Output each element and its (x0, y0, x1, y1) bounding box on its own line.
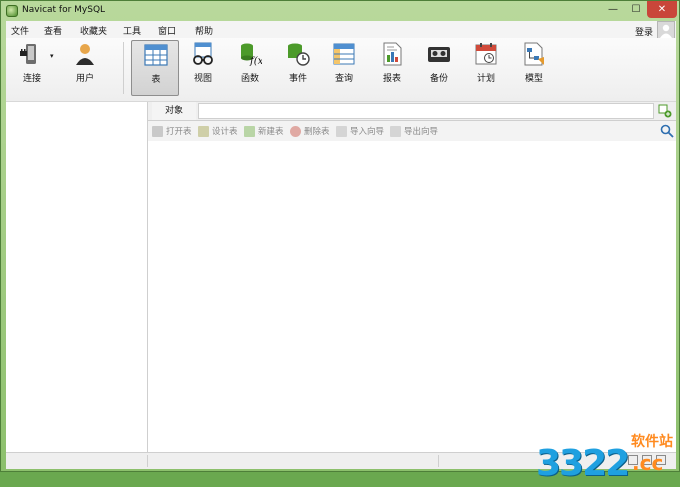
login-link[interactable]: 登录 (635, 25, 653, 38)
menu-file[interactable]: 文件 (11, 24, 29, 37)
minimize-button[interactable]: — (601, 1, 625, 18)
delete-table-icon (290, 125, 301, 137)
watermark-site-name: 软件站 (631, 434, 673, 450)
import-wizard-icon (336, 125, 347, 137)
query-icon (333, 43, 355, 65)
report-button[interactable]: 报表 (370, 40, 414, 96)
close-button[interactable]: ✕ (647, 1, 677, 18)
window-title: Navicat for MySQL (22, 5, 106, 15)
new-query-tab-icon[interactable] (658, 104, 672, 118)
menu-window[interactable]: 窗口 (158, 24, 176, 37)
import-wizard-label: 导入向导 (350, 127, 385, 137)
navicat-app-icon (6, 5, 18, 17)
schedule-button[interactable]: 计划 (464, 40, 508, 96)
report-label: 报表 (382, 74, 401, 84)
event-clock-icon (288, 43, 310, 66)
client-area: 文件 查看 收藏夹 工具 窗口 帮助 登录 ▾ 连接 用户 表 视图 f(函数… (6, 21, 676, 484)
model-diagram-icon (524, 42, 544, 66)
toolbar-separator (123, 42, 124, 94)
new-table-button[interactable]: 新建表 (244, 124, 284, 138)
tab-objects[interactable]: 对象 (152, 102, 196, 120)
menu-tools[interactable]: 工具 (123, 24, 141, 37)
avatar[interactable] (657, 21, 675, 39)
import-wizard-button[interactable]: 导入向导 (336, 124, 384, 138)
connect-dropdown-icon[interactable]: ▾ (50, 52, 54, 60)
menu-help[interactable]: 帮助 (195, 24, 213, 37)
query-label: 查询 (334, 74, 353, 84)
watermark-number: 3322 (536, 443, 630, 484)
query-button[interactable]: 查询 (322, 40, 366, 96)
export-wizard-label: 导出向导 (404, 127, 439, 137)
event-label: 事件 (288, 74, 307, 84)
title-bar[interactable]: Navicat for MySQL — ☐ ✕ (1, 1, 679, 21)
report-icon (383, 42, 402, 66)
export-wizard-icon (390, 125, 401, 137)
function-fx-icon: f(x) (241, 43, 262, 66)
object-filter-input[interactable] (198, 103, 654, 119)
open-table-button[interactable]: 打开表 (152, 124, 192, 138)
connect-button[interactable]: ▾ 连接 (10, 40, 54, 96)
backup-tape-icon (428, 47, 450, 62)
design-table-button[interactable]: 设计表 (198, 124, 238, 138)
open-table-icon (152, 125, 163, 137)
connection-tree-pane[interactable] (6, 102, 148, 452)
view-button[interactable]: 视图 (181, 40, 225, 96)
site-watermark: 软件站 3322 .cc (536, 431, 676, 487)
design-table-icon (198, 125, 209, 137)
menu-view[interactable]: 查看 (44, 24, 62, 37)
open-table-label: 打开表 (166, 127, 192, 137)
schedule-calendar-icon (475, 43, 497, 65)
status-cell-left (6, 455, 148, 467)
model-button[interactable]: 模型 (512, 40, 556, 96)
function-button[interactable]: f(x) 函数 (228, 40, 272, 96)
table-button[interactable]: 表 (131, 40, 179, 96)
user-label: 用户 (75, 74, 94, 84)
connect-label: 连接 (22, 74, 41, 84)
tab-bar: 对象 (148, 102, 676, 121)
user-icon (76, 44, 94, 65)
new-table-label: 新建表 (258, 127, 284, 137)
model-label: 模型 (524, 74, 543, 84)
backup-button[interactable]: 备份 (417, 40, 461, 96)
delete-table-button[interactable]: 删除表 (290, 124, 330, 138)
export-wizard-button[interactable]: 导出向导 (390, 124, 438, 138)
design-table-label: 设计表 (212, 127, 238, 137)
maximize-button[interactable]: ☐ (625, 1, 647, 18)
view-label: 视图 (193, 74, 212, 84)
search-icon[interactable] (660, 124, 674, 138)
app-window: Navicat for MySQL — ☐ ✕ 文件 查看 收藏夹 工具 窗口 … (0, 0, 680, 484)
delete-table-label: 删除表 (304, 127, 330, 137)
menu-favorites[interactable]: 收藏夹 (80, 24, 107, 37)
status-cell-middle (148, 455, 439, 467)
connect-plug-icon (20, 44, 36, 64)
new-table-icon (244, 125, 255, 137)
function-label: 函数 (240, 74, 259, 84)
user-avatar-icon (660, 24, 672, 38)
object-actions-bar: 打开表 设计表 新建表 删除表 导入向导 导出向导 (148, 121, 676, 141)
backup-label: 备份 (429, 74, 448, 84)
event-button[interactable]: 事件 (276, 40, 320, 96)
svg-text:f(x): f(x) (249, 56, 262, 66)
menu-bar: 文件 查看 收藏夹 工具 窗口 帮助 登录 (6, 21, 676, 39)
object-pane: 对象 打开表 设计表 新建表 删除表 导入向导 导出向导 (148, 102, 676, 452)
user-button[interactable]: 用户 (63, 40, 107, 96)
watermark-domain: .cc (632, 451, 664, 475)
table-label: 表 (151, 75, 161, 85)
table-icon (144, 44, 168, 66)
schedule-label: 计划 (476, 74, 495, 84)
view-glasses-icon (193, 42, 213, 65)
main-toolbar: ▾ 连接 用户 表 视图 f(函数 事件 查询 报表 备份 计划 模型 (6, 38, 676, 102)
